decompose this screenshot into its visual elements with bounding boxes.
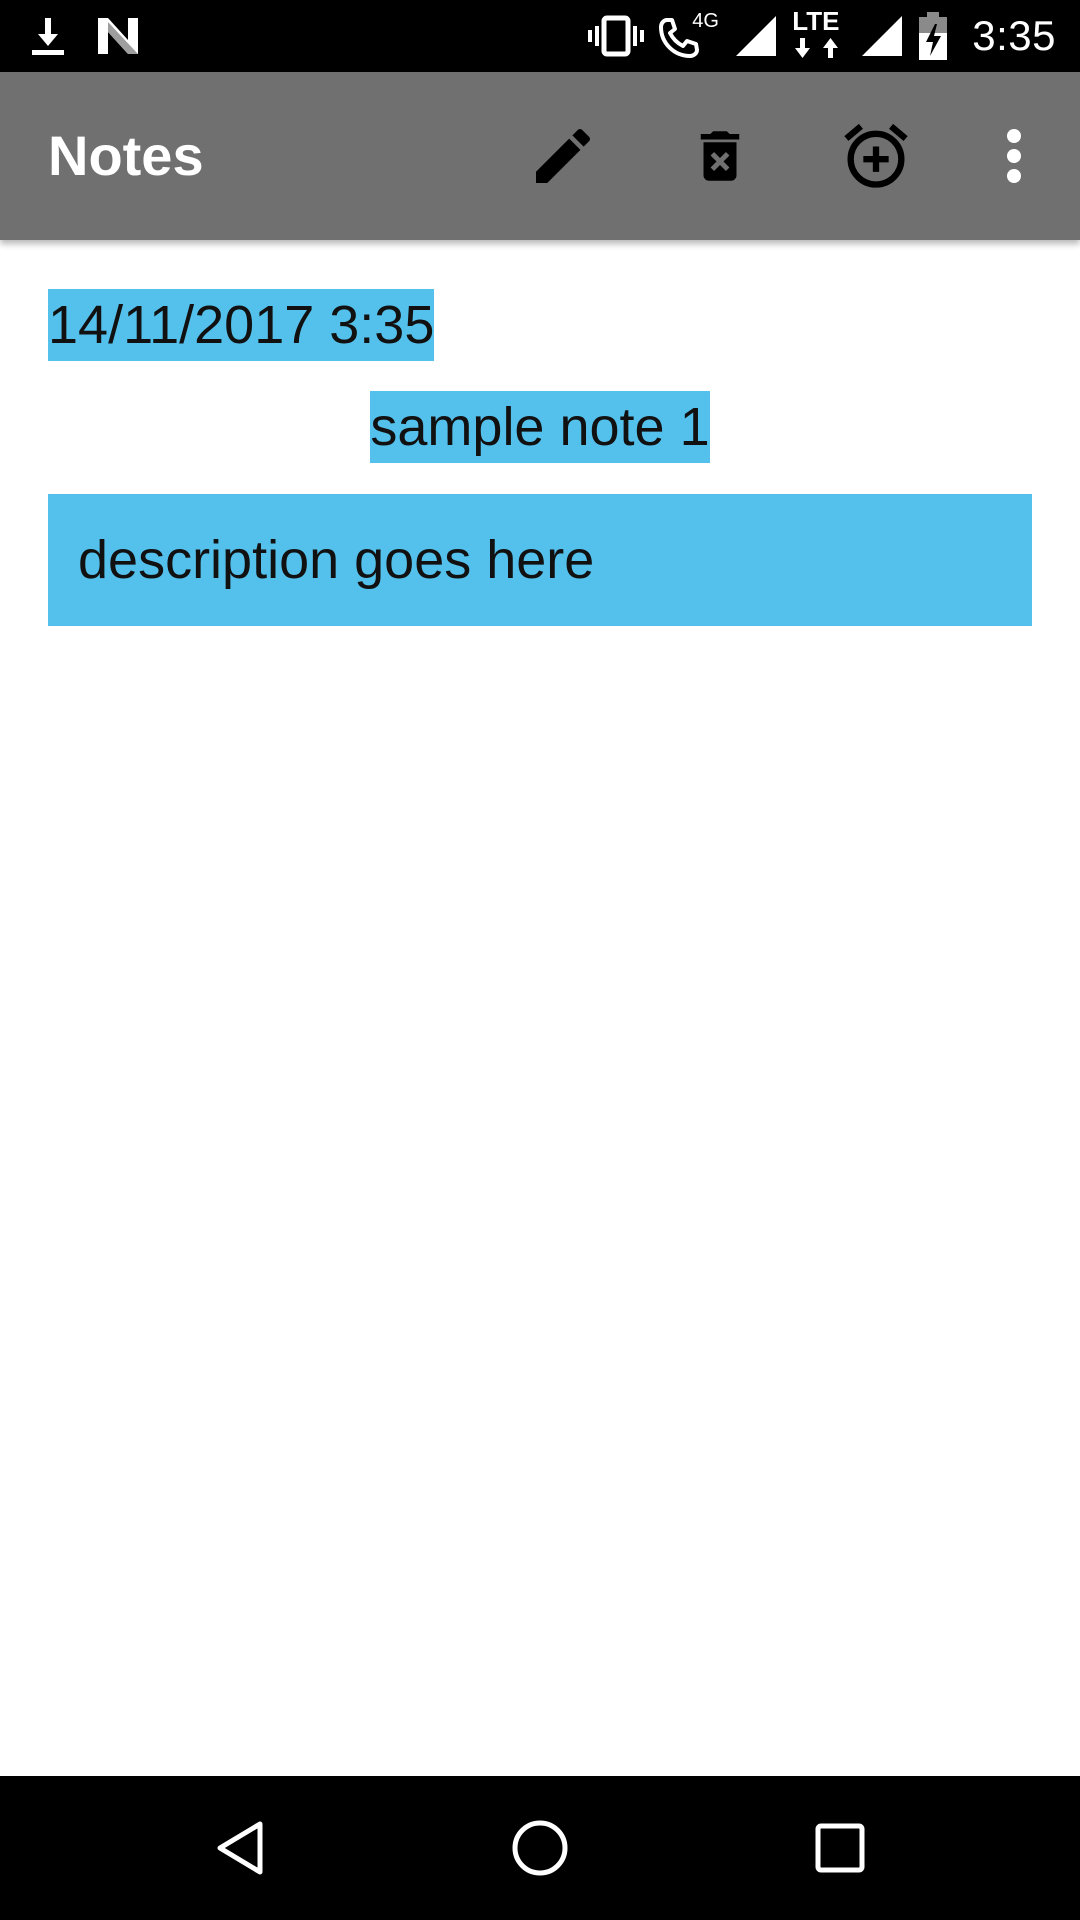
home-icon	[512, 1820, 568, 1876]
status-bar-left	[30, 0, 140, 72]
more-options-button[interactable]	[954, 72, 1074, 240]
navigation-bar	[0, 1776, 1080, 1920]
vibrate-icon	[588, 15, 645, 57]
signal-icon-2	[862, 16, 903, 56]
wifi-call-icon: 4G	[658, 10, 720, 60]
app-toolbar: Notes	[0, 72, 1080, 240]
back-icon	[217, 1821, 263, 1875]
status-bar: 4G LTE 3:35	[0, 0, 1080, 72]
battery-charging-icon	[919, 12, 948, 60]
note-description-field[interactable]: description goes here	[48, 494, 1032, 626]
toolbar-title: Notes	[48, 124, 204, 187]
add-alarm-button[interactable]	[816, 72, 936, 240]
status-time: 3:35	[972, 12, 1056, 59]
status-bar-right: 4G LTE 3:35	[588, 0, 1056, 72]
recents-icon	[815, 1823, 865, 1873]
delete-icon	[700, 131, 740, 181]
screen: 4G LTE 3:35 Notes 14/11/2017 3:35 sample…	[0, 0, 1080, 1920]
note-title-field[interactable]: sample note 1	[370, 391, 710, 463]
edit-icon	[536, 128, 591, 183]
lte-label: LTE	[792, 6, 840, 36]
recents-button[interactable]	[750, 1776, 930, 1920]
edit-button[interactable]	[503, 72, 623, 240]
add-alarm-icon	[844, 123, 908, 188]
network-label: 4G	[692, 10, 719, 32]
delete-button[interactable]	[660, 72, 780, 240]
home-button[interactable]	[450, 1776, 630, 1920]
download-icon	[32, 18, 64, 55]
back-button[interactable]	[150, 1776, 330, 1920]
note-content: 14/11/2017 3:35 sample note 1 descriptio…	[0, 240, 1080, 1776]
signal-icon	[736, 16, 777, 56]
more-vert-icon	[1007, 129, 1021, 183]
note-date[interactable]: 14/11/2017 3:35	[48, 289, 435, 361]
note-title-row: sample note 1	[0, 391, 1080, 463]
n-logo-icon	[98, 18, 138, 54]
lte-icon: LTE	[792, 6, 846, 62]
